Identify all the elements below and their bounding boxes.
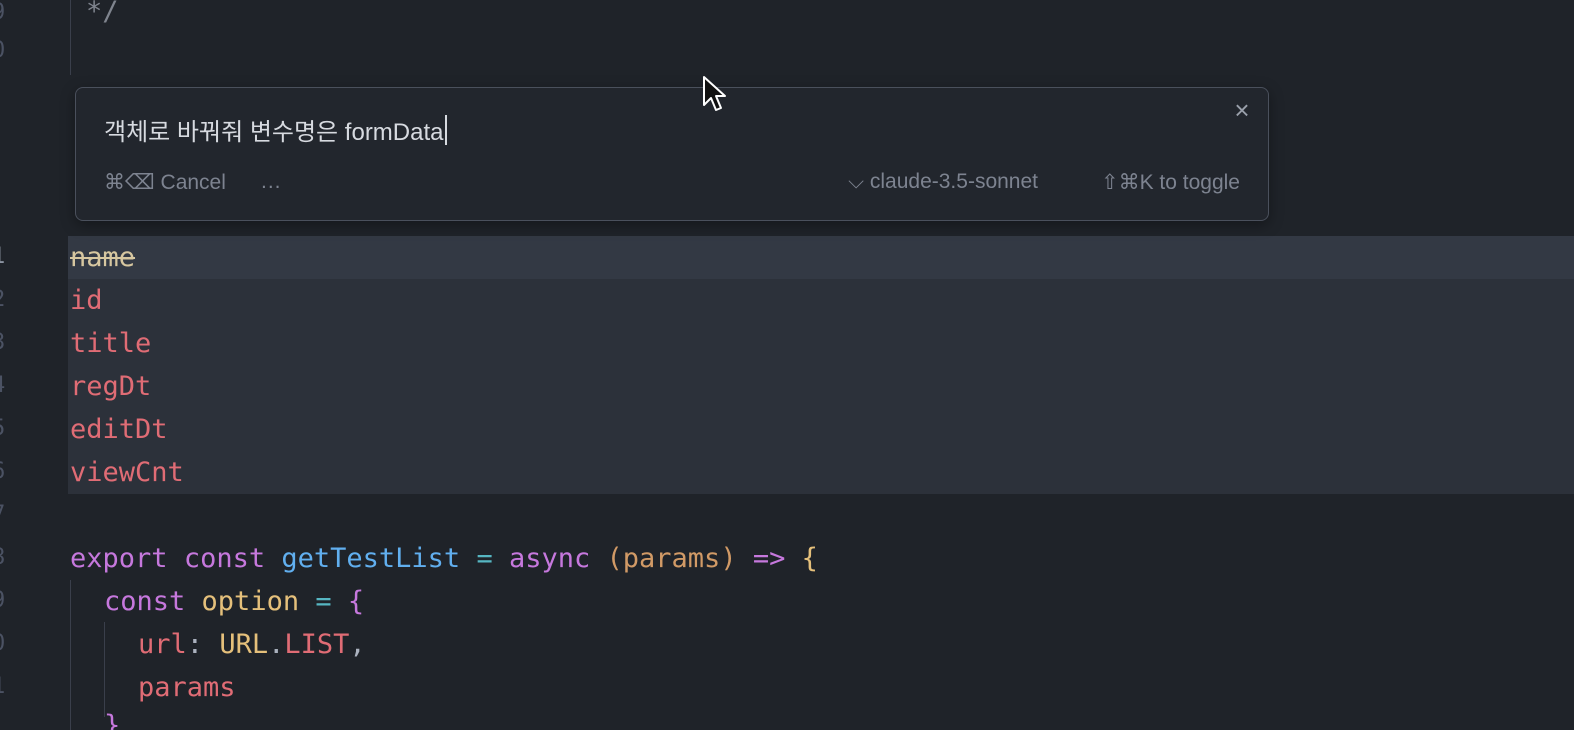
- brace: {: [347, 586, 365, 617]
- paren: (: [606, 543, 623, 574]
- toggle-hint: ⇧⌘K to toggle: [1100, 171, 1240, 194]
- line-number: 6: [0, 459, 12, 484]
- keyword: export: [70, 543, 168, 574]
- dot: .: [268, 629, 285, 660]
- brace: }: [104, 710, 121, 730]
- diff-highlight-active: [68, 236, 1574, 279]
- line-number: 4: [0, 373, 12, 398]
- comment-close: */: [86, 0, 119, 27]
- keyword: async: [508, 543, 591, 574]
- prompt-input-text: 객체로 바꿔줘 변수명은 formData: [104, 119, 444, 146]
- text-caret: [444, 115, 447, 145]
- line-number: 9: [0, 588, 12, 613]
- cancel-button[interactable]: ⌘⌫ Cancel: [104, 170, 226, 195]
- keyword: const: [104, 586, 186, 617]
- line-number: 5: [0, 416, 12, 441]
- line-number: 7: [0, 502, 12, 527]
- removed-line[interactable]: editDt: [70, 408, 168, 451]
- line-number: 3: [0, 330, 12, 355]
- code-line-option[interactable]: const option = {: [104, 580, 364, 623]
- variable: option: [201, 586, 300, 617]
- code-line-url[interactable]: url: URL.LIST,: [138, 623, 366, 666]
- line-number: 2: [0, 287, 12, 312]
- parameter: params: [622, 543, 721, 574]
- diff-highlight-removed: [68, 279, 1574, 494]
- object-name: URL: [219, 629, 269, 660]
- arrow-operator: =>: [752, 543, 786, 574]
- code-line-close-brace[interactable]: }: [104, 704, 120, 730]
- code-editor[interactable]: 9 0 1 2 3 4 5 6 7 8 9 0 1 */ name id tit…: [0, 0, 1574, 730]
- line-number: 1: [0, 674, 12, 699]
- code-line-export[interactable]: export const getTestList = async (params…: [70, 537, 818, 580]
- brace: {: [801, 543, 818, 574]
- close-icon[interactable]: ×: [1230, 97, 1254, 123]
- line-number: 1: [0, 244, 12, 269]
- property: LIST: [284, 629, 350, 660]
- removed-line[interactable]: regDt: [70, 365, 151, 408]
- comma: ,: [349, 629, 366, 660]
- line-number: 8: [0, 545, 12, 570]
- prompt-footer: ⌘⌫ Cancel ... ⌵ claude-3.5-sonnet ⇧⌘K to…: [104, 170, 1240, 200]
- indent-guide: [70, 580, 71, 730]
- property-key: params: [138, 672, 236, 703]
- colon: :: [186, 629, 204, 660]
- removed-line[interactable]: id: [70, 279, 103, 322]
- operator: =: [476, 543, 493, 574]
- more-options-button[interactable]: ...: [261, 170, 282, 194]
- function-name: getTestList: [281, 543, 461, 574]
- line-number: 0: [0, 38, 12, 63]
- line-number: 9: [0, 0, 12, 25]
- operator: =: [315, 586, 332, 617]
- inline-edit-prompt[interactable]: 객체로 바꿔줘 변수명은 formData × ⌘⌫ Cancel ... ⌵ …: [75, 87, 1269, 221]
- paren: ): [720, 543, 737, 574]
- keyword: const: [183, 543, 266, 574]
- removed-line[interactable]: name: [70, 236, 135, 279]
- indent-guide: [104, 622, 105, 717]
- property-key: url: [138, 629, 187, 660]
- prompt-input[interactable]: 객체로 바꿔줘 변수명은 formData: [104, 112, 447, 147]
- model-selector[interactable]: ⌵ claude-3.5-sonnet: [848, 170, 1038, 194]
- mouse-cursor-icon: [703, 76, 726, 111]
- removed-line[interactable]: viewCnt: [70, 451, 184, 494]
- removed-line[interactable]: title: [70, 322, 151, 365]
- line-number: 0: [0, 631, 12, 656]
- code-line-params[interactable]: params: [138, 666, 236, 709]
- indent-guide: [70, 0, 71, 75]
